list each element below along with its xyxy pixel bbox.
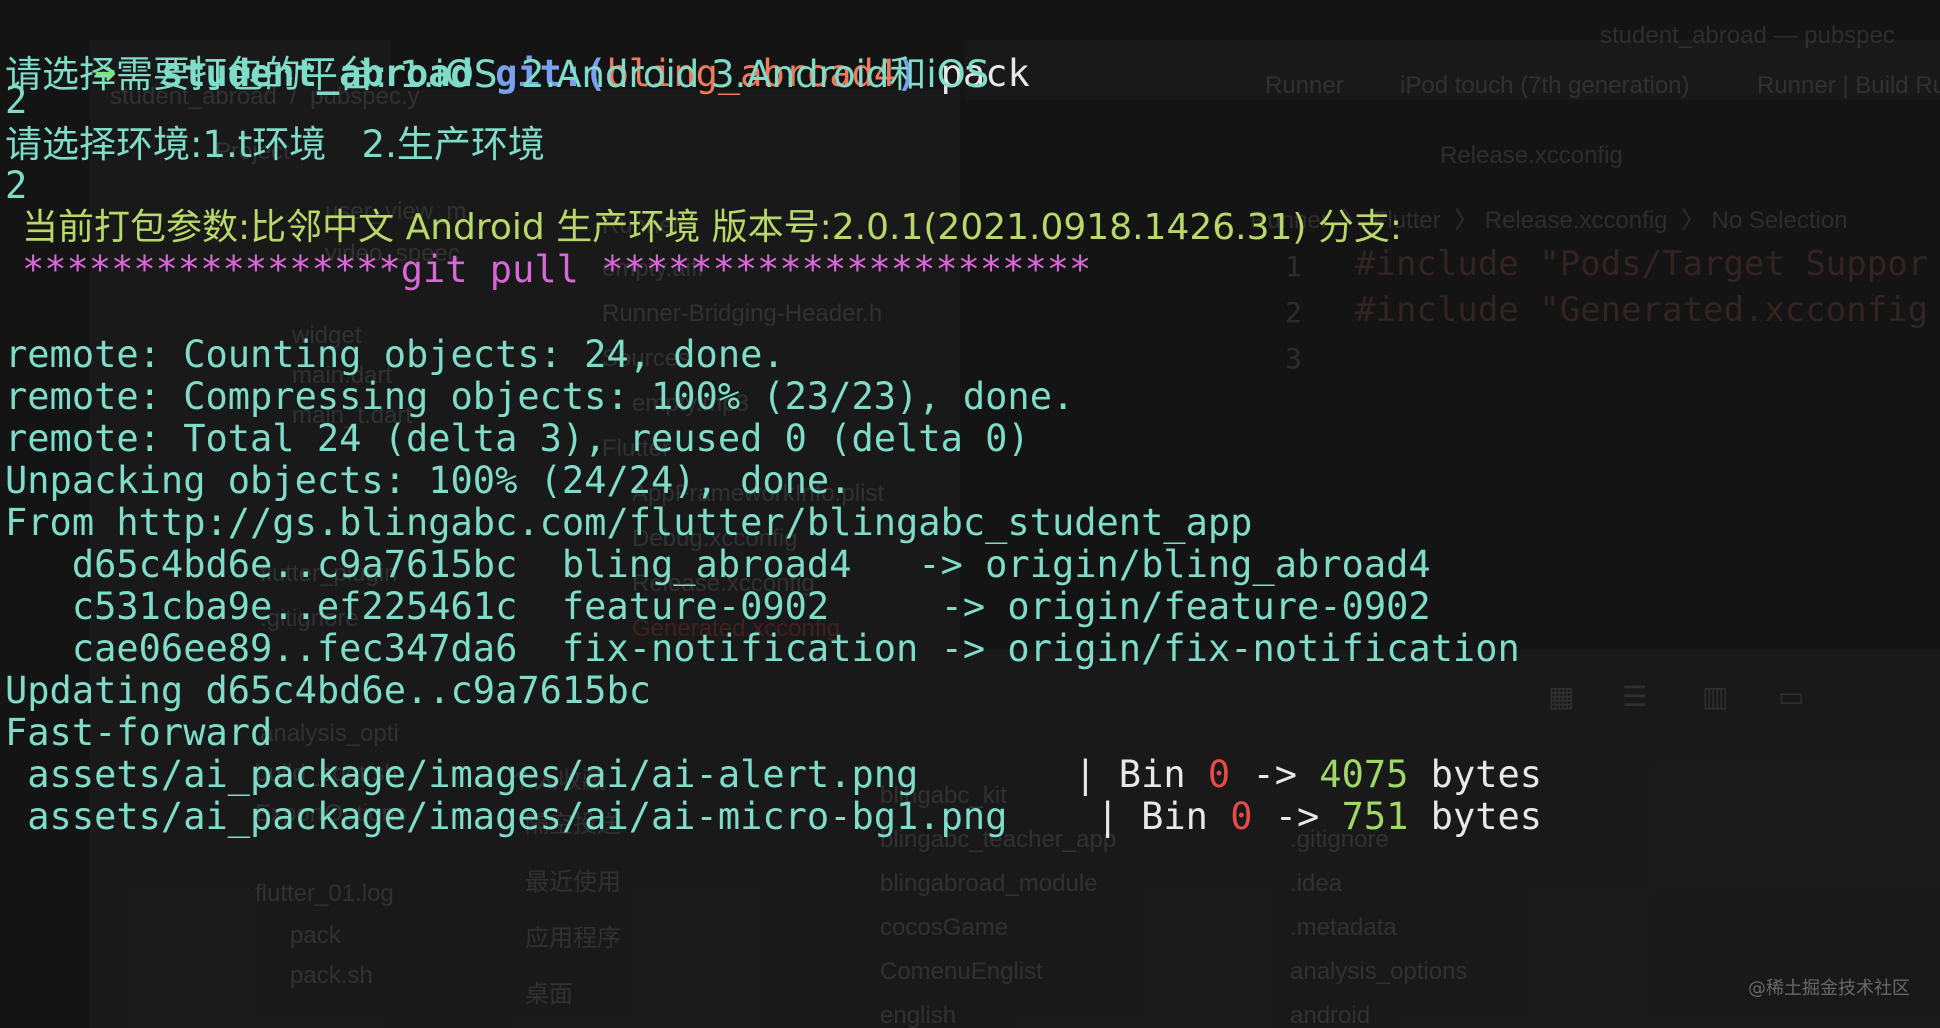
diffstat-arrow: -> [1252, 795, 1342, 838]
diffstat-path: assets/ai_package/images/ai/ai-micro-bg1… [5, 795, 1008, 838]
banner-stars-right: ********************** [578, 248, 1092, 291]
banner-text: git pull [400, 248, 579, 291]
watermark: @稀土掘金技术社区 [1748, 978, 1910, 999]
diffstat-arrow: -> [1230, 753, 1320, 796]
banner-stars-left: ***************** [22, 248, 401, 291]
terminal[interactable]: ➜ student_abroad git:(bling_abroad4) pac… [0, 0, 1940, 1028]
diffstat-old-size: 0 [1207, 753, 1231, 796]
diffstat-line: assets/ai_package/images/ai/ai-micro-bg1… [5, 791, 1542, 843]
prompt-line: ➜ student_abroad git:(bling_abroad4) pac… [5, 0, 1030, 95]
diffstat-new-size: 4075 [1319, 753, 1409, 796]
diffstat-new-size: 751 [1341, 795, 1409, 838]
build-params-value: Android 生产环境 版本号:2.0.1(2021.0918.1426.31… [405, 207, 1403, 248]
git-pull-banner: *****************git pull **************… [22, 244, 1091, 296]
diffstat-path: assets/ai_package/images/ai/ai-alert.png [5, 753, 919, 796]
build-params-label: 当前打包参数:比邻中文 [22, 207, 406, 248]
platform-question: 请选择需要打包的平台: 1.iOS 2.Android 3.Android和iO… [5, 53, 990, 96]
environment-question: 请选择环境:1.t环境 2.生产环境 [5, 123, 545, 166]
diffstat-unit: bytes [1408, 795, 1543, 838]
diffstat-unit: bytes [1408, 753, 1543, 796]
diffstat-bin: | Bin [918, 753, 1208, 796]
diffstat-old-size: 0 [1230, 795, 1253, 838]
diffstat-bin: | Bin [1007, 795, 1231, 838]
